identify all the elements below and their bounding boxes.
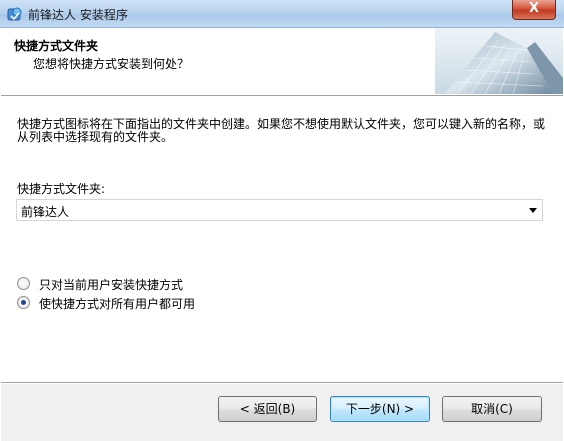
- back-button[interactable]: < 返回(B): [218, 396, 317, 422]
- window-title: 前锋达人 安装程序: [28, 8, 128, 22]
- close-button[interactable]: X: [512, 0, 556, 20]
- wizard-header: 快捷方式文件夹 您想将快捷方式安装到何处？: [1, 28, 563, 95]
- description-text: 快捷方式图标将在下面指出的文件夹中创建。如果您不想使用默认文件夹，您可以键入新的…: [17, 117, 546, 144]
- folder-label: 快捷方式文件夹:: [17, 182, 106, 196]
- radio-button-all-users[interactable]: [17, 296, 30, 309]
- radio-button-current-user[interactable]: [17, 277, 30, 290]
- radio-label-all-users[interactable]: 使快捷方式对所有用户都可用: [39, 295, 195, 312]
- building-banner-image: [435, 28, 563, 95]
- title-bar[interactable]: 前锋达人 安装程序 X: [0, 0, 564, 28]
- cancel-button[interactable]: 取消(C): [442, 396, 542, 422]
- installer-app-icon: [7, 6, 23, 22]
- header-divider: [1, 95, 563, 97]
- chevron-down-icon[interactable]: [529, 208, 537, 213]
- next-button[interactable]: 下一步(N) >: [330, 396, 430, 422]
- radio-label-current-user[interactable]: 只对当前用户安装快捷方式: [39, 276, 183, 293]
- folder-combobox[interactable]: 前锋达人: [16, 199, 543, 221]
- page-title: 快捷方式文件夹: [14, 39, 99, 53]
- folder-value: 前锋达人: [21, 205, 70, 219]
- page-subtitle: 您想将快捷方式安装到何处？: [33, 57, 190, 71]
